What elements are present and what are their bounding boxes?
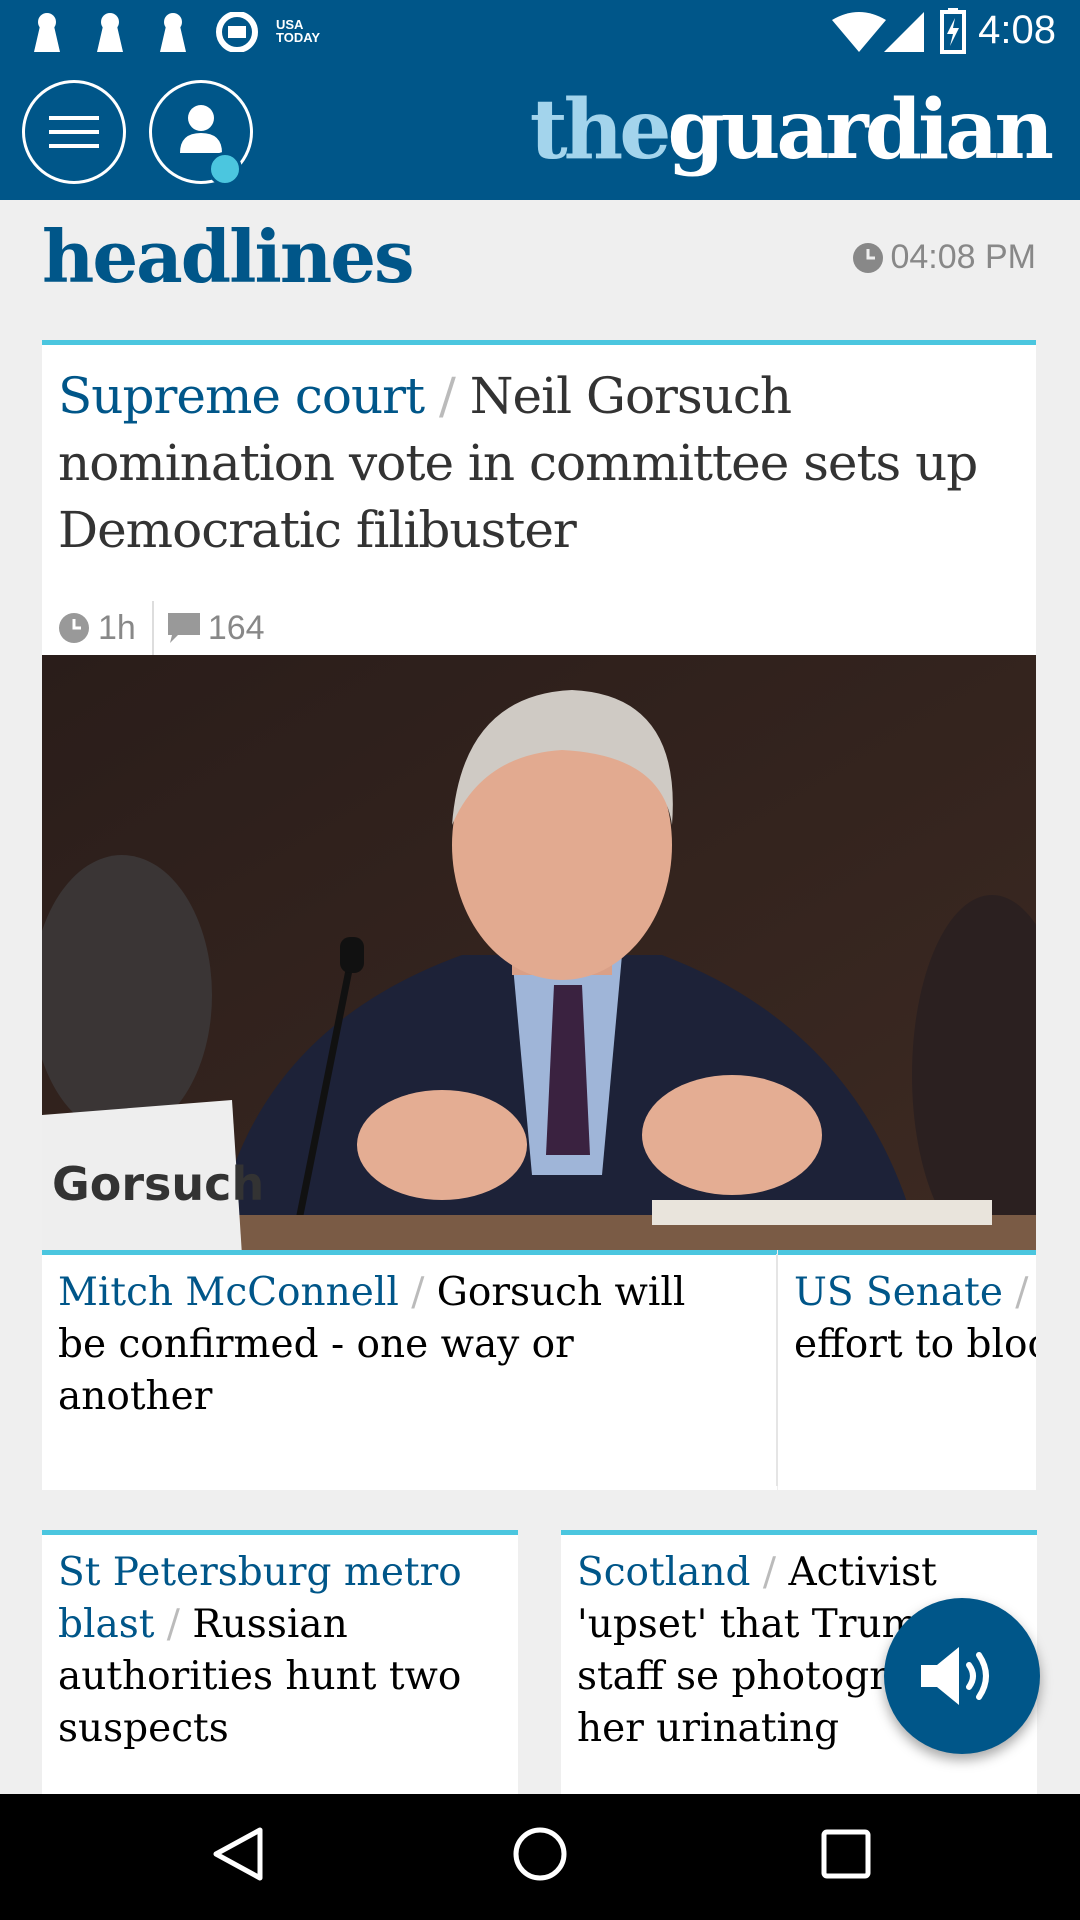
small-story-card[interactable]: St Petersburg metro blast / Russian auth… (42, 1530, 518, 1794)
guardian-g-icon (216, 12, 258, 52)
system-nav-bar (0, 1794, 1080, 1920)
sub-story-card[interactable]: US Senate / Ta effort to block (778, 1250, 1036, 1490)
sub-story-headline[interactable]: Mitch McConnell / Gorsuch will be confir… (58, 1267, 708, 1423)
clock-icon (853, 242, 884, 273)
status-bar: USA TODAY 4:08 (0, 0, 1080, 64)
back-icon[interactable] (210, 1824, 266, 1884)
notification-dot (208, 152, 242, 186)
audio-fab-button[interactable] (884, 1598, 1040, 1754)
speaker-icon (921, 1647, 989, 1705)
main-story-card[interactable]: Supreme court / Neil Gorsuch nomination … (42, 340, 1036, 1250)
last-updated-time: 04:08 PM (890, 238, 1036, 276)
keyhole-icon (97, 13, 123, 52)
keyhole-icon (34, 13, 60, 52)
story-comments[interactable]: 164 (167, 609, 281, 648)
section-title: headlines (42, 214, 415, 299)
clock: 4:08 (978, 8, 1056, 52)
home-icon[interactable] (510, 1824, 570, 1884)
usa-today-icon: USA TODAY (276, 17, 321, 45)
app-header: USA TODAY 4:08 theguardian (0, 0, 1080, 200)
signal-icon (884, 12, 924, 52)
small-story-headline[interactable]: St Petersburg metro blast / Russian auth… (58, 1547, 498, 1755)
photo-nameplate-text: Gorsuch (52, 1157, 264, 1211)
sub-story-card[interactable]: Mitch McConnell / Gorsuch will be confir… (42, 1250, 777, 1490)
sub-story-headline[interactable]: US Senate / Ta effort to block (794, 1267, 1036, 1371)
battery-icon (940, 8, 966, 54)
meta-divider (151, 601, 154, 655)
clock-icon (59, 613, 89, 643)
wifi-icon (832, 12, 886, 52)
last-updated: 04:08 PM (852, 238, 1036, 277)
hamburger-icon (49, 116, 99, 148)
story-kicker: Supreme court (58, 367, 425, 425)
story-photo[interactable]: Gorsuch (42, 655, 1036, 1250)
recents-icon[interactable] (818, 1824, 874, 1884)
story-meta: 1h 164 (58, 601, 281, 655)
guardian-logo[interactable]: theguardian (530, 80, 1054, 180)
main-story-headline[interactable]: Supreme court / Neil Gorsuch nomination … (58, 363, 998, 564)
story-age: 1h (58, 609, 152, 648)
menu-button[interactable] (22, 80, 126, 184)
comment-icon (167, 613, 200, 643)
keyhole-icon (160, 13, 186, 52)
